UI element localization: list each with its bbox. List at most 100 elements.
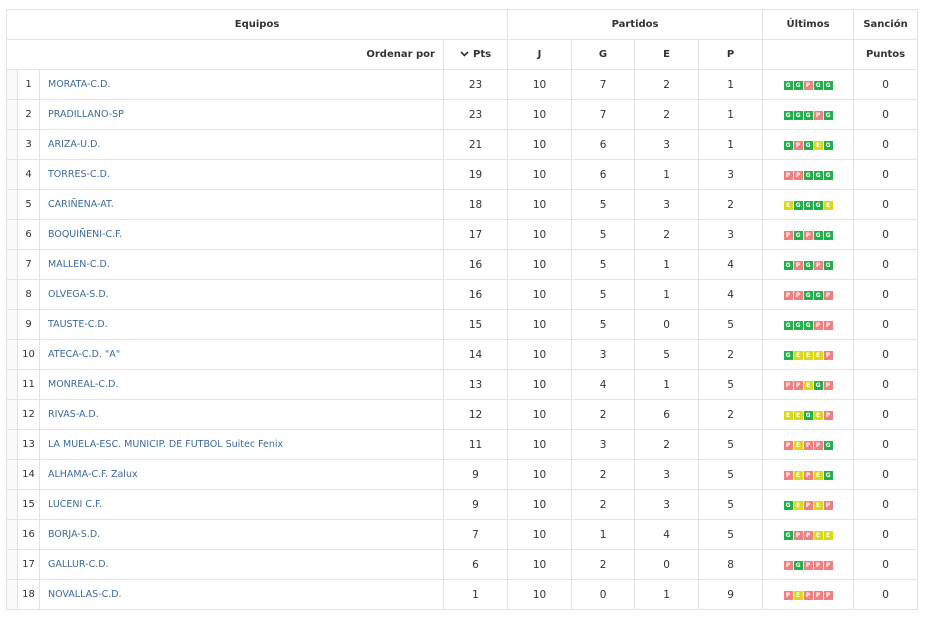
result-badge: P — [813, 111, 823, 120]
result-badge: E — [823, 531, 833, 540]
result-badge: P — [813, 561, 823, 570]
result-badge: E — [803, 351, 813, 360]
table-row: 13 LA MUELA-ESC. MUNICIP. DE FUTBOL Suite… — [6, 429, 919, 460]
team-link[interactable]: NOVALLAS-C.D. — [48, 589, 122, 600]
drawn-cell: 1 — [634, 249, 700, 280]
position-cell: 15 — [17, 489, 40, 520]
played-cell: 10 — [507, 459, 573, 490]
result-badge: P — [803, 501, 813, 510]
result-badge: G — [803, 111, 813, 120]
played-cell: 10 — [507, 339, 573, 370]
result-badge: E — [813, 531, 823, 540]
team-link[interactable]: BOQUIÑENI-C.F. — [48, 229, 122, 240]
form-badges: GGPGG — [783, 81, 833, 90]
result-badge: E — [813, 351, 823, 360]
team-link[interactable]: ALHAMA-C.F. Zalux — [48, 469, 138, 480]
team-link[interactable]: RIVAS-A.D. — [48, 409, 99, 420]
result-badge: G — [813, 81, 823, 90]
team-cell: OLVEGA-S.D. — [39, 279, 444, 310]
sanction-cell: 0 — [853, 219, 919, 250]
last-results-cell: GPGEG — [762, 129, 855, 160]
sanction-cell: 0 — [853, 549, 919, 580]
row-edge — [6, 489, 18, 520]
lost-cell: 3 — [698, 159, 764, 190]
sort-pts-header[interactable]: Pts — [442, 39, 509, 70]
last-results-cell: GPPEE — [762, 519, 855, 550]
team-cell: MALLEN-C.D. — [39, 249, 444, 280]
last-results-cell: GGPGG — [762, 69, 855, 100]
team-link[interactable]: CARIÑENA-AT. — [48, 199, 114, 210]
team-link[interactable]: BORJA-S.D. — [48, 529, 100, 540]
lost-cell: 1 — [698, 99, 764, 130]
played-cell: 10 — [507, 369, 573, 400]
result-badge: P — [793, 171, 803, 180]
result-badge: G — [793, 201, 803, 210]
result-badge: G — [793, 111, 803, 120]
result-badge: P — [813, 441, 823, 450]
table-row: 15 LUCENI C.F. 9 10 2 3 5 G E P E P 0 — [6, 489, 919, 520]
won-cell: 2 — [571, 399, 636, 430]
result-badge: E — [813, 471, 823, 480]
result-badge: P — [823, 561, 833, 570]
sanction-cell: 0 — [853, 99, 919, 130]
team-link[interactable]: GALLUR-C.D. — [48, 559, 109, 570]
points-cell: 9 — [442, 489, 509, 520]
points-cell: 19 — [442, 159, 509, 190]
row-edge — [6, 369, 18, 400]
result-badge: P — [783, 471, 793, 480]
won-cell: 3 — [571, 339, 636, 370]
last-results-cell: PGPGG — [762, 219, 855, 250]
result-badge: G — [823, 231, 833, 240]
team-link[interactable]: PRADILLANO-SP — [48, 109, 124, 120]
result-badge: G — [783, 501, 793, 510]
form-badges: GPGEG — [783, 141, 833, 150]
team-link[interactable]: ATECA-C.D. "A" — [48, 349, 120, 360]
table-row: 16 BORJA-S.D. 7 10 1 4 5 G P P E E 0 — [6, 519, 919, 550]
drawn-cell: 3 — [634, 489, 700, 520]
header-sancion: Sanción — [853, 9, 919, 40]
row-edge — [6, 279, 18, 310]
team-link[interactable]: TAUSTE-C.D. — [48, 319, 108, 330]
team-link[interactable]: MONREAL-C.D. — [48, 379, 118, 390]
team-cell: LA MUELA-ESC. MUNICIP. DE FUTBOL Suitec … — [39, 429, 444, 460]
team-link[interactable]: TORRES-C.D. — [48, 169, 110, 180]
result-badge: E — [823, 201, 833, 210]
result-badge: P — [823, 381, 833, 390]
team-cell: ATECA-C.D. "A" — [39, 339, 444, 370]
result-badge: E — [793, 351, 803, 360]
sanction-cell: 0 — [853, 159, 919, 190]
result-badge: P — [803, 471, 813, 480]
table-row: 11 MONREAL-C.D. 13 10 4 1 5 P P E G P 0 — [6, 369, 919, 400]
team-link[interactable]: MALLEN-C.D. — [48, 259, 110, 270]
row-edge — [6, 399, 18, 430]
team-link[interactable]: MORATA-C.D. — [48, 79, 110, 90]
row-edge — [6, 99, 18, 130]
result-badge: P — [783, 381, 793, 390]
header-equipos: Equipos — [5, 9, 509, 40]
team-link[interactable]: ARIZA-U.D. — [48, 139, 100, 150]
drawn-cell: 4 — [634, 519, 700, 550]
played-cell: 10 — [507, 489, 573, 520]
points-cell: 16 — [442, 249, 509, 280]
form-badges: GEEEP — [783, 351, 833, 360]
result-badge: G — [793, 561, 803, 570]
team-link[interactable]: LA MUELA-ESC. MUNICIP. DE FUTBOL Suitec … — [48, 439, 283, 450]
result-badge: G — [813, 291, 823, 300]
result-badge: P — [803, 231, 813, 240]
table-row: 7 MALLEN-C.D. 16 10 5 1 4 G P G P G 0 — [6, 249, 919, 280]
position-cell: 11 — [17, 369, 40, 400]
points-cell: 15 — [442, 309, 509, 340]
team-link[interactable]: OLVEGA-S.D. — [48, 289, 109, 300]
played-cell: 10 — [507, 429, 573, 460]
won-cell: 5 — [571, 279, 636, 310]
team-cell: CARIÑENA-AT. — [39, 189, 444, 220]
chevron-down-icon — [460, 51, 469, 57]
lost-cell: 4 — [698, 249, 764, 280]
result-badge: P — [793, 141, 803, 150]
row-edge — [6, 309, 18, 340]
team-link[interactable]: LUCENI C.F. — [48, 499, 102, 510]
played-cell: 10 — [507, 579, 573, 610]
table-row: 1 MORATA-C.D. 23 10 7 2 1 G G P G G 0 — [6, 69, 919, 100]
result-badge: G — [823, 441, 833, 450]
points-cell: 9 — [442, 459, 509, 490]
